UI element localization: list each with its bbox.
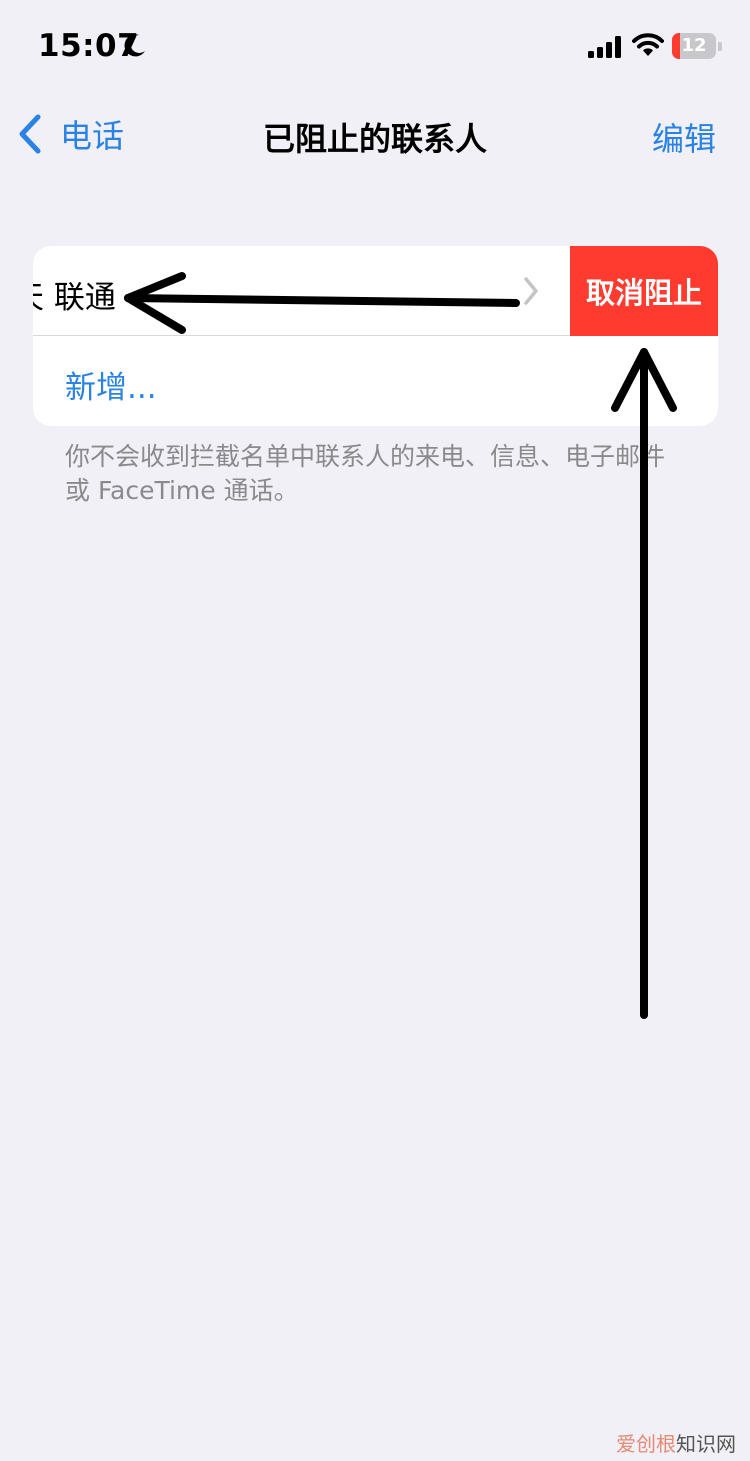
wifi-icon (632, 33, 664, 56)
annotation-arrows (124, 272, 677, 1019)
unblock-button[interactable]: 取消阻止 (570, 246, 718, 336)
battery-icon: 12 (672, 33, 722, 59)
unblock-label: 取消阻止 (585, 276, 702, 310)
contact-name: 天 联通 (33, 280, 116, 316)
footer-note: 你不会收到拦截名单中联系人的来电、信息、电子邮件或 FaceTime 通话。 (65, 442, 666, 505)
contact-row-content[interactable]: 天 联通 (33, 246, 573, 336)
page-title: 已阻止的联系人 (262, 120, 487, 158)
moon-icon (124, 34, 145, 57)
watermark: 爱创根知识网 (616, 1428, 736, 1457)
blocked-contact-row[interactable]: 天 联通 取消阻止 (33, 246, 718, 336)
nav-bar: 电话 已阻止的联系人 编辑 (0, 100, 750, 170)
battery-level: 12 (681, 35, 707, 56)
screen: 15:07 12 电话 已阻止的联系人 编辑 联通 取消阻止 新增... 你不会… (0, 0, 750, 1461)
add-contact-button[interactable]: 新增... (65, 362, 157, 407)
battery-body: 12 (672, 33, 716, 59)
blocked-contacts-list: 天 联通 取消阻止 新增... (33, 246, 718, 426)
edit-button[interactable]: 编辑 (652, 114, 716, 160)
watermark-site: 知识网 (676, 1432, 736, 1456)
add-contact-row[interactable]: 新增... (33, 336, 718, 426)
watermark-brand: 爱创根 (616, 1432, 676, 1456)
chevron-right-icon (524, 277, 538, 305)
status-bar: 15:07 12 (0, 0, 750, 92)
battery-cap (718, 42, 722, 51)
signal-icon (588, 36, 621, 58)
